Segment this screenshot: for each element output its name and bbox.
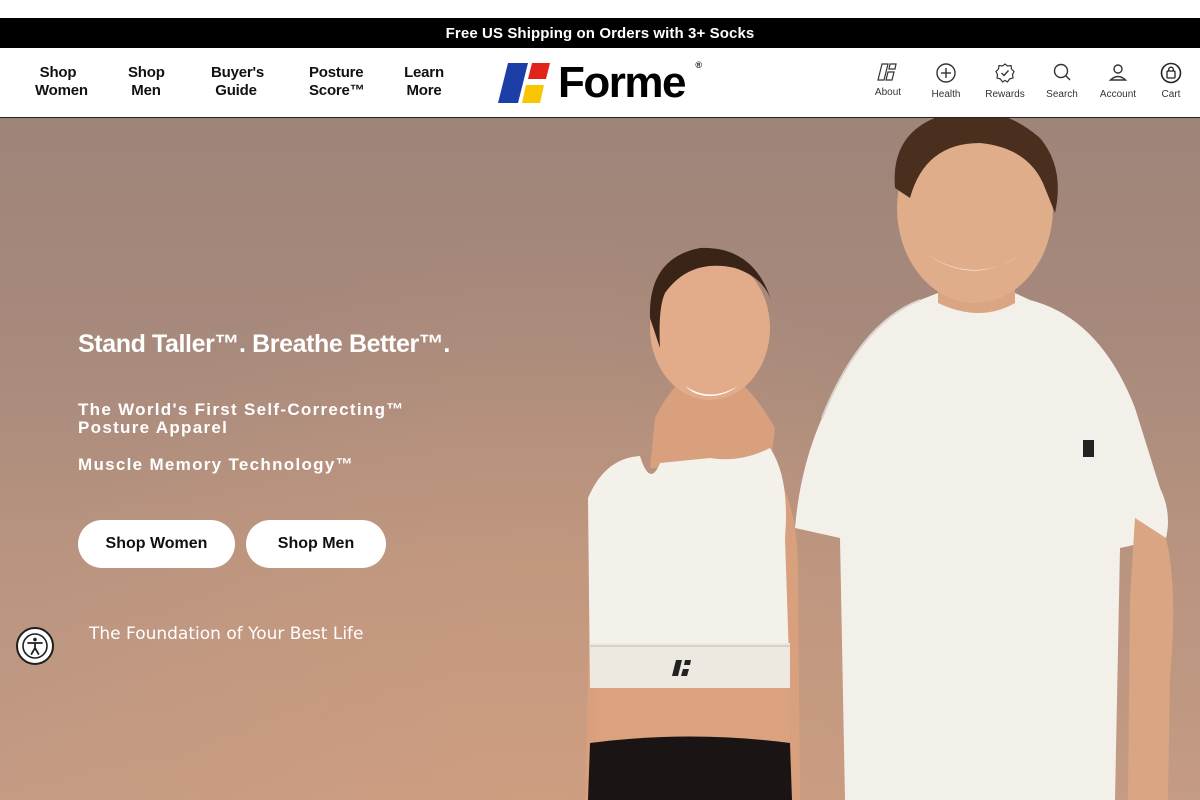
- hero-sub-line: Posture Apparel: [78, 418, 229, 437]
- util-label: Account: [1099, 89, 1137, 100]
- site-header: Shop Women Shop Men Buyer's Guide Postur…: [0, 48, 1200, 118]
- hero-headline: Stand Taller™. Breathe Better™.: [78, 330, 450, 358]
- nav-buyers-guide[interactable]: Buyer's Guide: [211, 64, 265, 100]
- util-account[interactable]: Account: [1098, 62, 1138, 100]
- badge-check-icon: [995, 63, 1015, 83]
- plus-circle-icon: [936, 63, 956, 83]
- forme-mark-icon: [877, 63, 897, 81]
- nav-label: Men: [131, 82, 161, 99]
- nav-label: Guide: [215, 82, 257, 99]
- util-rewards[interactable]: Rewards: [984, 62, 1026, 100]
- accessibility-button[interactable]: [16, 627, 54, 665]
- search-icon: [1053, 63, 1071, 81]
- bag-icon: [1160, 62, 1182, 84]
- hero-models-image: [585, 118, 1174, 800]
- hero-subheadline: The World's First Self-Correcting™ Postu…: [78, 401, 438, 437]
- nav-label: Learn: [404, 64, 444, 81]
- util-label: Health: [931, 89, 961, 100]
- promo-text: Free US Shipping on Orders with 3+ Socks: [445, 24, 755, 42]
- hero-tagline: The Foundation of Your Best Life: [89, 624, 364, 644]
- shop-men-button[interactable]: Shop Men: [246, 520, 386, 568]
- util-cart[interactable]: Cart: [1156, 62, 1186, 100]
- hero-technology-line: Muscle Memory Technology™: [78, 455, 354, 474]
- nav-shop-women[interactable]: Shop Women: [35, 64, 88, 100]
- logo-wordmark: Forme: [558, 58, 686, 107]
- nav-label: Posture: [309, 64, 364, 81]
- hero-sub-line: The World's First Self-Correcting™: [78, 400, 405, 419]
- forme-logo-mark-icon: [498, 63, 550, 103]
- shop-women-button[interactable]: Shop Women: [78, 520, 235, 568]
- promo-bar: Free US Shipping on Orders with 3+ Socks: [0, 18, 1200, 48]
- util-label: About: [874, 87, 902, 98]
- nav-label: Shop: [39, 64, 77, 81]
- user-icon: [1108, 64, 1128, 81]
- util-label: Cart: [1161, 89, 1181, 100]
- nav-label: Shop: [128, 64, 165, 81]
- nav-label: More: [406, 82, 442, 99]
- nav-shop-men[interactable]: Shop Men: [128, 64, 165, 100]
- util-health[interactable]: Health: [928, 62, 964, 100]
- nav-label: Buyer's: [211, 64, 265, 81]
- hero-banner: Stand Taller™. Breathe Better™. The Worl…: [0, 118, 1200, 800]
- logo-registered: ®: [695, 60, 702, 70]
- forme-logo[interactable]: Forme ®: [498, 58, 704, 107]
- nav-label: Score™: [309, 82, 365, 99]
- util-about[interactable]: About: [870, 62, 906, 98]
- util-label: Rewards: [985, 89, 1025, 100]
- util-search[interactable]: Search: [1044, 62, 1080, 100]
- nav-learn-more[interactable]: Learn More: [404, 64, 444, 100]
- accessibility-icon: [22, 633, 48, 659]
- util-label: Search: [1046, 89, 1078, 100]
- top-gap: [0, 0, 1200, 18]
- nav-label: Women: [35, 82, 88, 99]
- nav-posture-score[interactable]: Posture Score™: [309, 64, 365, 100]
